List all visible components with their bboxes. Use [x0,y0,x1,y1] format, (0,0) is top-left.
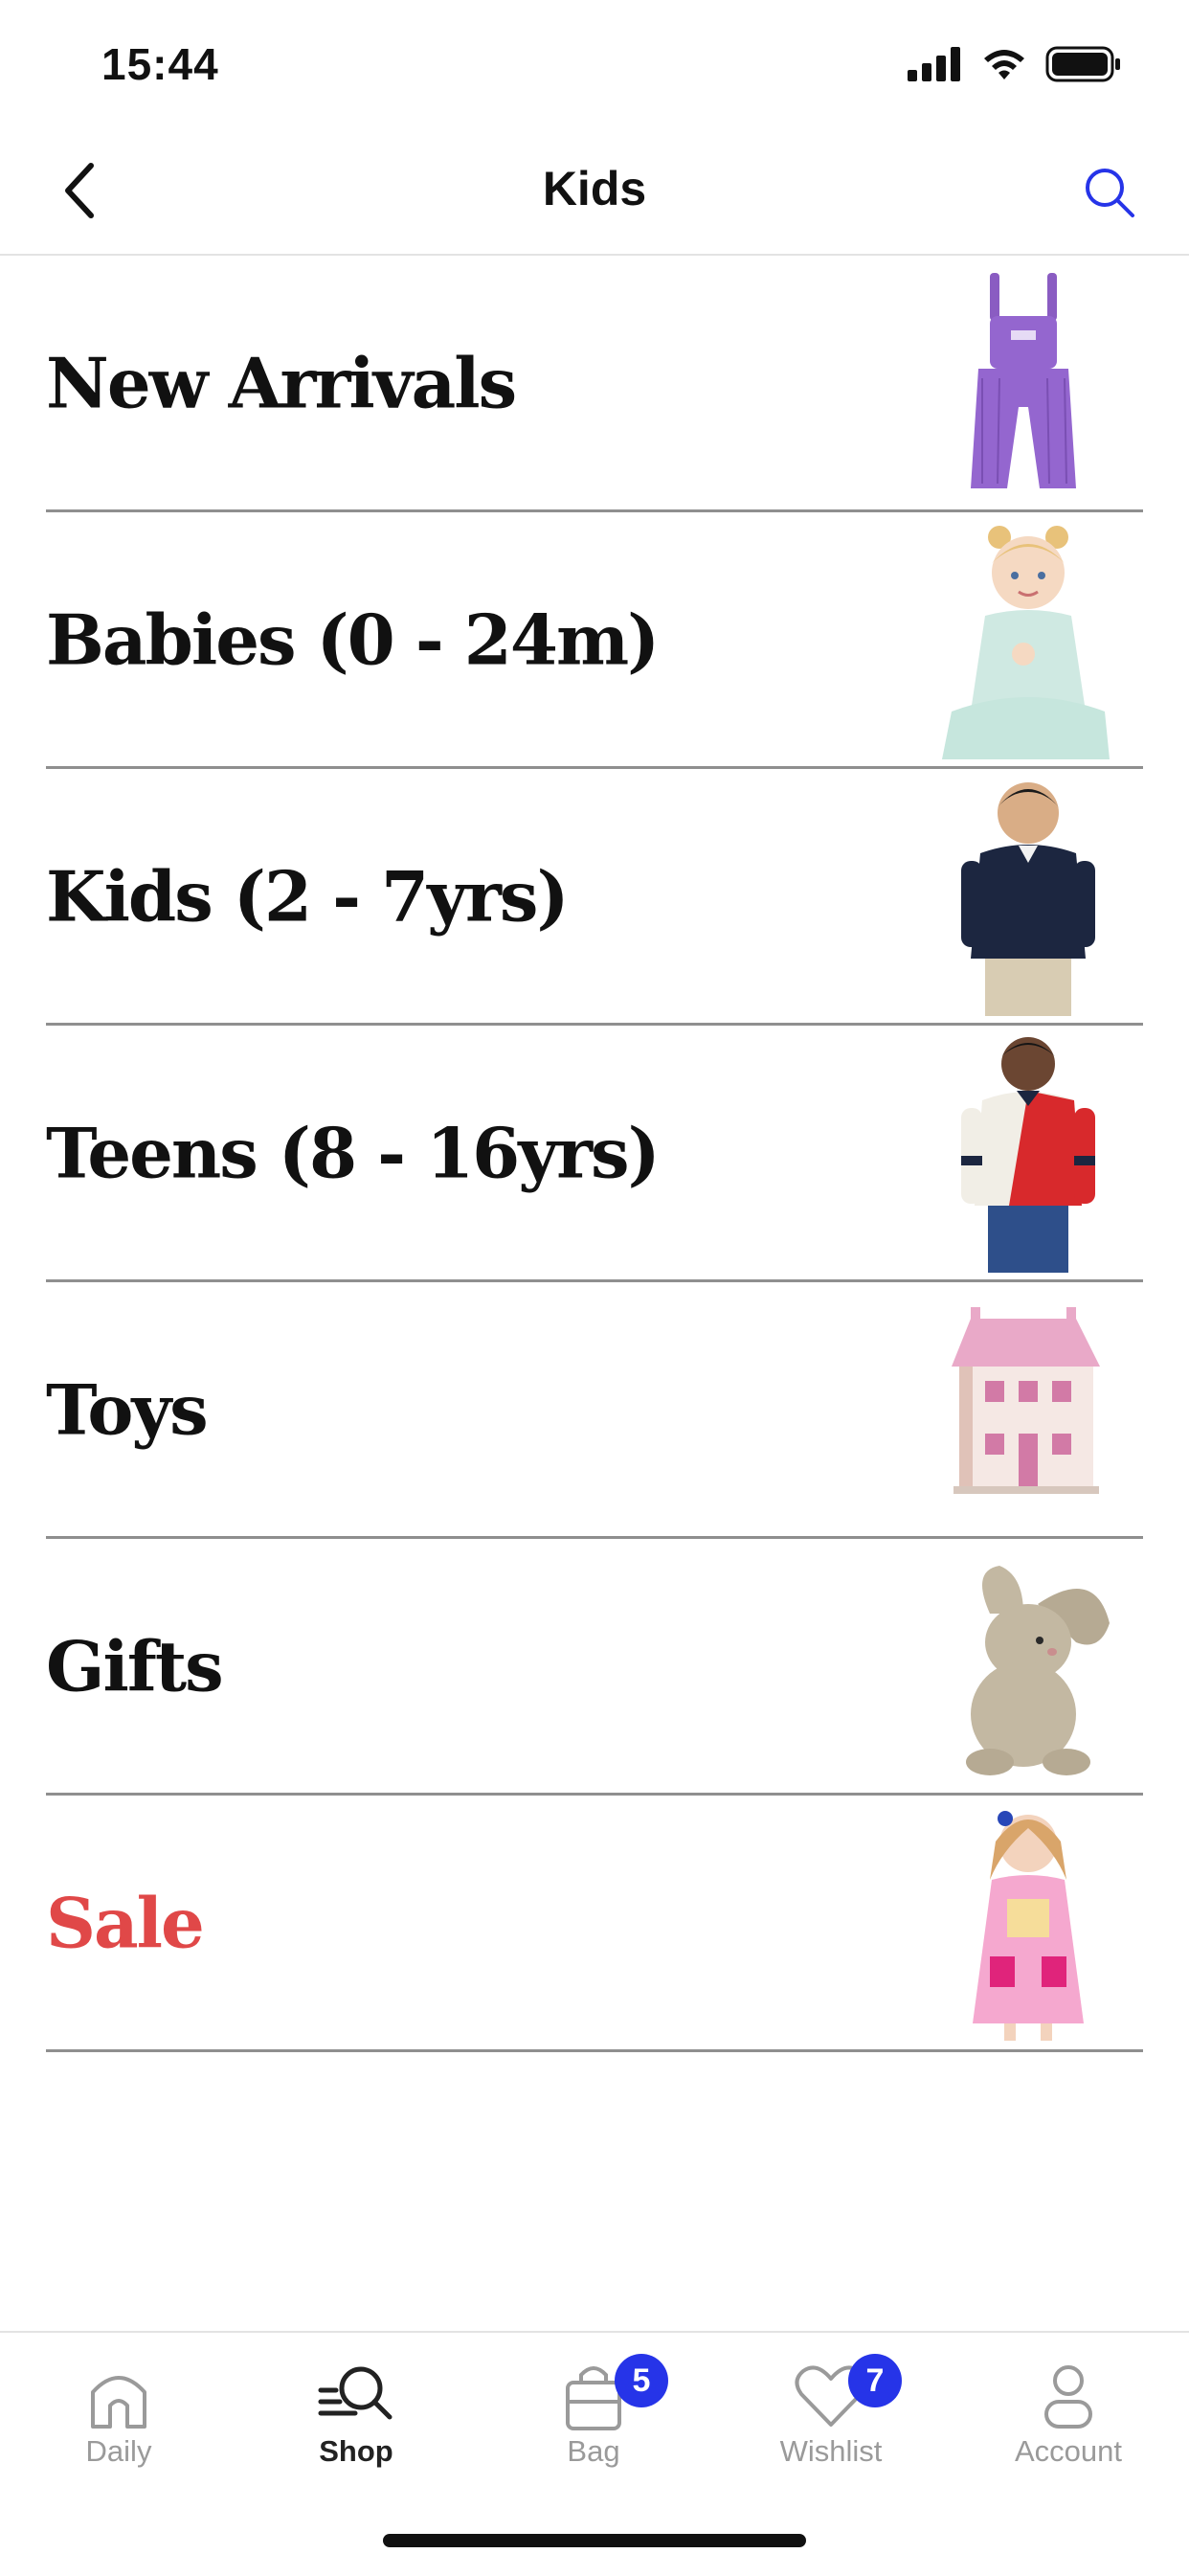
home-indicator [383,2534,806,2547]
cellular-signal-icon [908,47,960,81]
category-new-arrivals[interactable]: New Arrivals [46,256,1143,512]
tab-daily[interactable]: Daily [0,2333,237,2476]
category-teens[interactable]: Teens (8 - 16yrs) [46,1026,1143,1282]
tab-account[interactable]: Account [950,2333,1187,2476]
category-label: Babies (0 - 24m) [46,599,660,680]
category-label: Toys [46,1368,209,1450]
category-sale[interactable]: Sale [46,1796,1143,2052]
boy-navy-shirt-image [961,782,1095,1016]
category-kids[interactable]: Kids (2 - 7yrs) [46,769,1143,1026]
category-babies[interactable]: Babies (0 - 24m) [46,512,1143,769]
category-label: Teens (8 - 16yrs) [46,1112,661,1193]
wishlist-count-badge: 7 [848,2354,902,2407]
boy-rugby-shirt-image [961,1037,1095,1273]
battery-icon [1045,46,1120,82]
account-icon [1044,2365,1092,2429]
category-label: Gifts [46,1625,224,1706]
dollhouse-image [952,1307,1100,1494]
tab-label: Daily [85,2434,152,2468]
purple-overalls-image [971,273,1076,488]
girl-pink-dress-image [973,1811,1084,2041]
tab-shop[interactable]: Shop [237,2333,475,2476]
nav-header: Kids [0,134,1189,256]
category-list: New Arrivals Babies (0 - 24m) Kids (2 - … [0,256,1189,2052]
baby-image [942,526,1110,759]
shop-search-icon [318,2366,393,2420]
category-label: Kids (2 - 7yrs) [46,855,570,937]
category-label: Sale [46,1882,205,1963]
page-title: Kids [542,162,647,215]
search-button[interactable] [1076,159,1143,226]
home-icon [91,2376,146,2429]
plush-bunny-image [966,1566,1110,1775]
status-bar: 15:44 [0,0,1189,129]
tab-label: Wishlist [779,2434,883,2468]
category-label: New Arrivals [46,342,517,423]
tab-label: Bag [567,2434,620,2468]
wifi-icon [984,50,1024,79]
status-time: 15:44 [101,39,219,89]
tab-wishlist[interactable]: 7 Wishlist [712,2333,950,2476]
tab-label: Shop [319,2434,393,2468]
search-icon [1086,169,1134,217]
status-icons [908,46,1122,82]
tab-bag[interactable]: 5 Bag [475,2333,712,2476]
category-gifts[interactable]: Gifts [46,1539,1143,1796]
bag-count-badge: 5 [615,2354,668,2407]
tab-label: Account [1014,2434,1122,2468]
category-toys[interactable]: Toys [46,1282,1143,1539]
